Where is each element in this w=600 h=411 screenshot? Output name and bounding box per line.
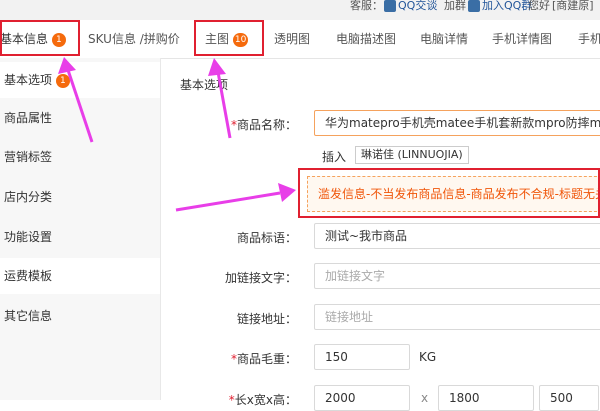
basic-info-badge: 1 — [51, 32, 66, 47]
tab-sku-info[interactable]: SKU信息 /拼购价 — [88, 20, 180, 58]
width-input[interactable]: 1800 — [438, 385, 534, 411]
insert-brand-tag[interactable]: 琳诺佳 (LINNUOJIA) — [355, 146, 469, 164]
sidebar-item-store-category[interactable]: 店内分类 — [0, 179, 160, 215]
product-name-input[interactable]: 华为matepro手机壳matee手机套新款mpro防摔mt保护 — [314, 110, 600, 136]
tab-pc-description-image[interactable]: 电脑描述图 — [336, 20, 396, 58]
gross-weight-unit: KG — [419, 350, 437, 364]
tab-transparent-image[interactable]: 透明图 — [274, 20, 310, 58]
greeting: 您好 — [528, 0, 550, 12]
warning-message: 滥发信息-不当发布商品信息-商品发布不合规-标题无关 — [307, 176, 600, 212]
slogan-label: 商品标语： — [236, 231, 297, 245]
basic-options-badge: 1 — [55, 73, 70, 88]
sidebar-item-other-info[interactable]: 其它信息 — [0, 298, 160, 334]
link-text-input[interactable]: 加链接文字 — [314, 263, 600, 289]
main-images-badge: 10 — [232, 32, 249, 47]
section-title: 基本选项 — [180, 78, 229, 92]
tab-pc-details[interactable]: 电脑详情 — [420, 20, 468, 58]
slogan-input[interactable]: 测试~我市商品 — [314, 223, 600, 249]
service-label: 客服： — [350, 0, 383, 12]
qq-avatar-icon — [384, 0, 396, 12]
tab-bar: 基本信息 1 SKU信息 /拼购价 主图 10 透明图 电脑描述图 电脑详情 手… — [0, 20, 600, 59]
dimension-separator-1: x — [421, 391, 429, 405]
tab-main-images[interactable]: 主图 10 — [205, 20, 249, 58]
main-panel: 基本选项 *商品名称： 华为matepro手机壳matee手机套新款mpro防摔… — [162, 58, 600, 411]
tab-basic-info[interactable]: 基本信息 1 — [0, 20, 66, 58]
length-input[interactable]: 2000 — [314, 385, 410, 411]
sidebar: 基本选项 1 商品属性 营销标签 店内分类 功能设置 运费模板 其它信息 — [0, 58, 161, 400]
sidebar-item-basic-options[interactable]: 基本选项 1 — [0, 62, 160, 98]
qq-group-icon — [468, 0, 480, 12]
insert-label: 插入 — [322, 150, 347, 164]
link-url-label: 链接地址： — [236, 312, 297, 326]
sidebar-item-product-attributes[interactable]: 商品属性 — [0, 100, 160, 136]
gross-weight-label: *商品毛重： — [230, 352, 297, 366]
link-url-input[interactable]: 链接地址 — [314, 304, 600, 330]
sidebar-item-function-settings[interactable]: 功能设置 — [0, 219, 160, 255]
qq-chat-link[interactable]: QQ交谈 — [384, 0, 437, 12]
tab-mobile-details-image[interactable]: 手机详情图 — [492, 20, 552, 58]
top-bar: 客服： QQ交谈 加群： 加入QQ群 您好 [商建原] — [0, 0, 600, 21]
link-text-label: 加链接文字： — [224, 271, 297, 285]
tab-mobile[interactable]: 手机 — [578, 20, 600, 58]
gross-weight-input[interactable]: 150 — [314, 344, 410, 370]
user-name[interactable]: [商建原] — [552, 0, 600, 12]
sidebar-item-shipping-template[interactable]: 运费模板 — [0, 258, 160, 294]
product-name-label: *商品名称： — [230, 118, 297, 132]
sidebar-item-marketing-tags[interactable]: 营销标签 — [0, 139, 160, 175]
height-input[interactable]: 500 — [539, 385, 599, 411]
join-qq-group-link[interactable]: 加入QQ群 — [468, 0, 532, 12]
